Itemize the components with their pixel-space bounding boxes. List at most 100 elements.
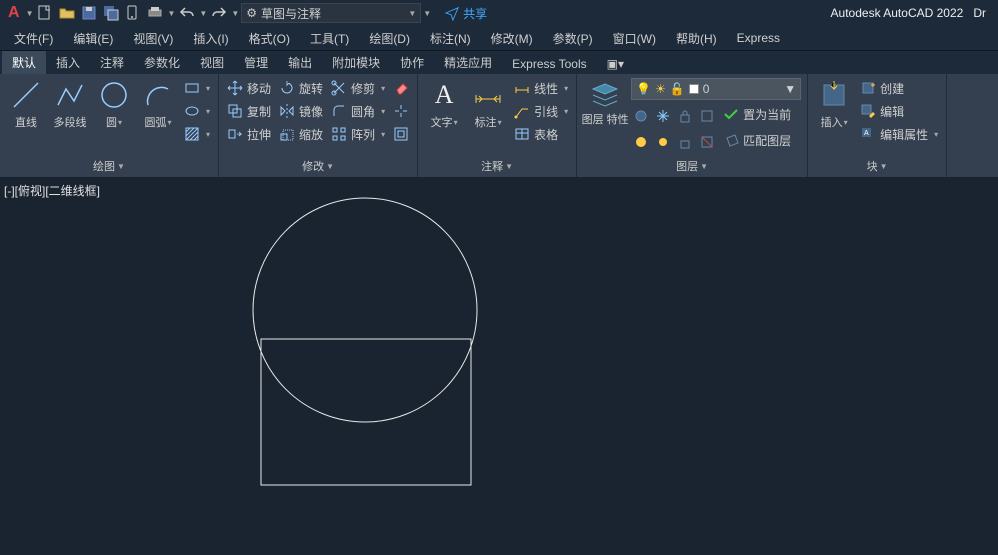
rotate-button[interactable]: 旋转 bbox=[277, 78, 325, 98]
copy-button[interactable]: 复制 bbox=[225, 101, 273, 121]
plot-dropdown[interactable]: ▼ bbox=[167, 9, 175, 18]
scale-button[interactable]: 缩放 bbox=[277, 124, 325, 144]
tab-output[interactable]: 输出 bbox=[278, 51, 322, 74]
panel-annotation-title[interactable]: 注释▼ bbox=[424, 156, 570, 177]
layer-lock-button[interactable] bbox=[675, 106, 695, 126]
menu-parametric[interactable]: 参数(P) bbox=[543, 26, 603, 50]
panel-draw-title[interactable]: 绘图▼ bbox=[6, 156, 212, 177]
hatch-icon bbox=[184, 126, 200, 142]
ellipse-button[interactable]: ▾ bbox=[182, 101, 212, 121]
menu-dimension[interactable]: 标注(N) bbox=[420, 26, 481, 50]
layer-on-button[interactable] bbox=[631, 132, 651, 152]
offset-button[interactable] bbox=[391, 124, 411, 144]
rectangle-icon bbox=[184, 80, 200, 96]
tab-extra-icon[interactable]: ▣▾ bbox=[597, 54, 634, 74]
text-button[interactable]: A 文字▾ bbox=[424, 76, 464, 130]
menu-tools[interactable]: 工具(T) bbox=[300, 26, 359, 50]
tab-insert[interactable]: 插入 bbox=[46, 51, 90, 74]
hatch-button[interactable]: ▾ bbox=[182, 124, 212, 144]
tab-featured[interactable]: 精选应用 bbox=[434, 51, 502, 74]
plot-icon[interactable] bbox=[145, 3, 165, 23]
insert-block-button[interactable]: 插入▾ bbox=[814, 76, 854, 130]
explode-icon bbox=[393, 103, 409, 119]
menu-file[interactable]: 文件(F) bbox=[4, 26, 63, 50]
linear-dim-button[interactable]: 线性▾ bbox=[512, 78, 570, 98]
layer-isolate-button[interactable] bbox=[697, 106, 717, 126]
match-layer-button[interactable]: 匹配图层 bbox=[721, 130, 793, 150]
save-icon[interactable] bbox=[79, 3, 99, 23]
saveas-icon[interactable] bbox=[101, 3, 121, 23]
tab-parametric[interactable]: 参数化 bbox=[134, 51, 190, 74]
layer-unisolate-button[interactable] bbox=[697, 132, 717, 152]
tab-addins[interactable]: 附加模块 bbox=[322, 51, 390, 74]
layer-combo[interactable]: 💡 ☀ 🔓 0 ▼ bbox=[631, 78, 801, 100]
stretch-icon bbox=[227, 126, 243, 142]
redo-icon[interactable] bbox=[209, 3, 229, 23]
undo-dropdown[interactable]: ▼ bbox=[199, 9, 207, 18]
menu-modify[interactable]: 修改(M) bbox=[481, 26, 543, 50]
lock-icon: 🔓 bbox=[670, 82, 685, 96]
web-mobile-icon[interactable] bbox=[123, 3, 143, 23]
move-button[interactable]: 移动 bbox=[225, 78, 273, 98]
fillet-button[interactable]: 圆角▾ bbox=[329, 101, 387, 121]
tab-manage[interactable]: 管理 bbox=[234, 51, 278, 74]
qat-customize-dropdown[interactable]: ▼ bbox=[423, 9, 431, 18]
menu-draw[interactable]: 绘图(D) bbox=[359, 26, 420, 50]
mirror-icon bbox=[279, 103, 295, 119]
edit-attr-button[interactable]: A编辑属性▾ bbox=[858, 124, 940, 144]
new-icon[interactable] bbox=[35, 3, 55, 23]
panel-modify-title[interactable]: 修改▼ bbox=[225, 156, 411, 177]
tab-default[interactable]: 默认 bbox=[2, 51, 46, 74]
menu-view[interactable]: 视图(V) bbox=[123, 26, 183, 50]
open-icon[interactable] bbox=[57, 3, 77, 23]
leader-button[interactable]: 引线▾ bbox=[512, 101, 570, 121]
menu-edit[interactable]: 编辑(E) bbox=[63, 26, 123, 50]
menu-insert[interactable]: 插入(I) bbox=[183, 26, 238, 50]
panel-annotation: A 文字▾ 标注▾ 线性▾ 引线▾ 表格 注释▼ bbox=[418, 74, 577, 177]
svg-text:A: A bbox=[864, 130, 869, 137]
stretch-button[interactable]: 拉伸 bbox=[225, 124, 273, 144]
app-logo[interactable]: A bbox=[4, 4, 24, 22]
layer-freeze-button[interactable] bbox=[653, 106, 673, 126]
tab-view[interactable]: 视图 bbox=[190, 51, 234, 74]
circle-button[interactable]: 圆▾ bbox=[94, 76, 134, 130]
tab-collab[interactable]: 协作 bbox=[390, 51, 434, 74]
workspace-combo[interactable]: ⚙ 草图与注释 ▼ bbox=[241, 3, 421, 23]
trim-button[interactable]: 修剪▾ bbox=[329, 78, 387, 98]
erase-button[interactable] bbox=[391, 78, 411, 98]
redo-dropdown[interactable]: ▼ bbox=[231, 9, 239, 18]
mirror-button[interactable]: 镜像 bbox=[277, 101, 325, 121]
layer-unlock-button[interactable] bbox=[675, 132, 695, 152]
line-button[interactable]: 直线 bbox=[6, 76, 46, 130]
layer-color-swatch bbox=[689, 84, 699, 94]
gear-icon: ⚙ bbox=[246, 6, 257, 20]
panel-layers-title[interactable]: 图层▼ bbox=[583, 156, 801, 177]
tab-express[interactable]: Express Tools bbox=[502, 54, 596, 74]
array-button[interactable]: 阵列▾ bbox=[329, 124, 387, 144]
create-block-button[interactable]: 创建 bbox=[858, 78, 940, 98]
share-button[interactable]: 共享 bbox=[445, 5, 487, 22]
panel-block-title[interactable]: 块▼ bbox=[814, 156, 940, 177]
rect-button[interactable]: ▾ bbox=[182, 78, 212, 98]
menu-express[interactable]: Express bbox=[727, 26, 790, 50]
app-menu-dropdown[interactable]: ▼ bbox=[26, 9, 34, 18]
undo-icon[interactable] bbox=[177, 3, 197, 23]
layer-properties-button[interactable]: 图层 特性 bbox=[583, 76, 627, 126]
menu-help[interactable]: 帮助(H) bbox=[666, 26, 727, 50]
menu-window[interactable]: 窗口(W) bbox=[603, 26, 666, 50]
linear-dim-icon bbox=[514, 80, 530, 96]
edit-block-button[interactable]: 编辑 bbox=[858, 101, 940, 121]
arc-button[interactable]: 圆弧▾ bbox=[138, 76, 178, 130]
layer-off-button[interactable] bbox=[631, 106, 651, 126]
make-current-button[interactable]: 置为当前 bbox=[721, 104, 793, 124]
tab-annotate[interactable]: 注释 bbox=[90, 51, 134, 74]
drawing-canvas[interactable]: [-][俯视][二维线框] bbox=[0, 178, 998, 555]
ellipse-icon bbox=[184, 103, 200, 119]
ribbon: 直线 多段线 圆▾ 圆弧▾ ▾ ▾ ▾ 绘图▼ bbox=[0, 74, 998, 178]
table-button[interactable]: 表格 bbox=[512, 124, 570, 144]
layer-thaw-button[interactable] bbox=[653, 132, 673, 152]
polyline-button[interactable]: 多段线 bbox=[50, 76, 90, 130]
dimension-button[interactable]: 标注▾ bbox=[468, 76, 508, 130]
menu-format[interactable]: 格式(O) bbox=[239, 26, 300, 50]
explode-button[interactable] bbox=[391, 101, 411, 121]
